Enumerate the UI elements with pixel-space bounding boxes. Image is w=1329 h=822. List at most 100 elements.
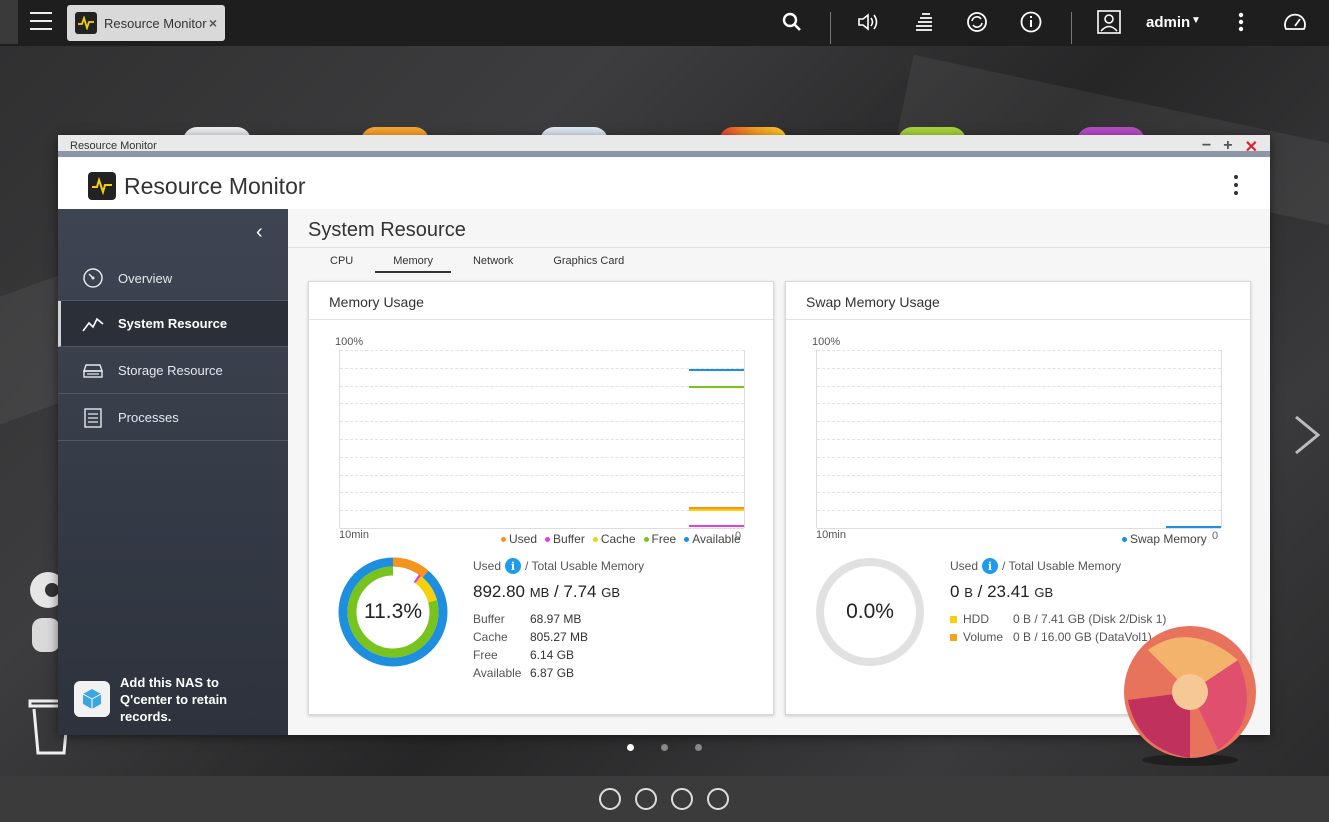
tab-bar: CPU Memory Network Graphics Card xyxy=(312,253,646,273)
detail-row-cache: Cache 805.27 MB xyxy=(473,630,589,644)
background-tasks-icon[interactable] xyxy=(912,10,936,34)
total-label: / Total Usable Memory xyxy=(525,559,645,573)
taskbar-tab-close-icon[interactable]: × xyxy=(209,15,217,31)
gridline xyxy=(340,510,744,512)
swap-used-total: 0 B / 23.41 GB xyxy=(950,582,1054,601)
gridline xyxy=(817,403,1221,405)
info-icon[interactable]: i xyxy=(505,558,522,574)
minimize-icon[interactable]: − xyxy=(1202,137,1211,157)
search-icon[interactable] xyxy=(780,10,804,34)
more-options-icon[interactable] xyxy=(1229,10,1253,34)
gridline xyxy=(817,367,1221,369)
total-value: 7.74 xyxy=(563,582,597,601)
page-dot[interactable] xyxy=(695,744,702,751)
gauge-icon xyxy=(82,267,104,289)
used-label: Used xyxy=(473,559,502,573)
gridline xyxy=(340,439,744,440)
used-value: 892.80 xyxy=(473,582,525,601)
tab-graphics-card[interactable]: Graphics Card xyxy=(535,253,642,273)
sidebar-item-system-resource[interactable]: System Resource xyxy=(58,301,288,347)
baseline xyxy=(340,528,744,529)
close-icon[interactable]: ✕ xyxy=(1245,137,1258,157)
top-bar-separator xyxy=(830,12,831,44)
maximize-icon[interactable]: + xyxy=(1223,137,1232,157)
legend-swatch xyxy=(501,536,506,542)
resource-monitor-logo-icon xyxy=(88,172,116,200)
tools-icon[interactable] xyxy=(635,788,657,810)
x-axis-label: 10min xyxy=(816,529,846,541)
tab-cpu[interactable]: CPU xyxy=(312,253,371,273)
page-title: System Resource xyxy=(308,219,466,241)
app-header: Resource Monitor xyxy=(58,163,1270,209)
app-name: Resource Monitor xyxy=(124,172,306,199)
info-icon[interactable]: i xyxy=(982,558,999,574)
gridline xyxy=(340,350,744,351)
info-icon[interactable] xyxy=(1019,10,1043,34)
main-menu-icon[interactable] xyxy=(30,12,52,30)
tab-network[interactable]: Network xyxy=(455,253,531,273)
window-titlebar[interactable]: Resource Monitor − + ✕ xyxy=(58,135,1270,157)
resource-monitor-window: Resource Monitor − + ✕ Resource Monitor … xyxy=(58,135,1270,735)
window-title: Resource Monitor xyxy=(70,140,157,152)
legend-item-free[interactable]: Free xyxy=(643,532,677,546)
watermark-logo-icon xyxy=(1118,620,1263,770)
swap-chart-plot xyxy=(816,350,1222,529)
user-name[interactable]: admin xyxy=(1146,14,1190,31)
legend-item-used[interactable]: Used xyxy=(501,532,537,546)
gridline xyxy=(817,385,1221,387)
y-axis-zero-label: 0 xyxy=(735,530,742,542)
gridline xyxy=(340,421,744,423)
desktop-page-indicator xyxy=(627,744,702,751)
legend-item-buffer[interactable]: Buffer xyxy=(545,532,585,546)
gridline xyxy=(340,492,744,494)
user-menu-chevron-down-icon[interactable]: ▼ xyxy=(1191,15,1201,26)
app-more-options-icon[interactable] xyxy=(1234,175,1238,199)
legend-item[interactable]: Swap Memory xyxy=(1122,532,1207,546)
used-unit: B xyxy=(964,585,973,600)
memory-usage-card: Memory Usage 100% 10min Used Buffer Cache F… xyxy=(308,281,774,715)
memory-donut-percent: 11.3% xyxy=(364,600,422,623)
legend-swatch xyxy=(592,536,598,542)
volume-icon[interactable] xyxy=(857,10,881,34)
series-line-free xyxy=(689,385,744,388)
total-unit: GB xyxy=(1034,585,1054,600)
detail-row-buffer: Buffer 68.97 MB xyxy=(473,612,582,626)
list-icon xyxy=(82,407,104,429)
legend-swatch xyxy=(684,536,690,542)
qcenter-promo[interactable]: Add this NAS to Q'center to retain recor… xyxy=(74,675,274,724)
page-dot[interactable] xyxy=(627,744,634,751)
sidebar-item-storage-resource[interactable]: Storage Resource xyxy=(58,348,288,394)
legend-swatch xyxy=(643,536,649,542)
collapse-sidebar-chevron-left-icon[interactable]: ‹ xyxy=(256,221,263,244)
baseline xyxy=(817,528,1221,529)
legend-label: Used xyxy=(509,532,538,546)
legend-label: Free xyxy=(651,532,677,546)
page-dot[interactable] xyxy=(661,744,668,751)
next-page-arrow-icon[interactable] xyxy=(1292,415,1322,455)
sidebar-item-label: Processes xyxy=(118,410,179,425)
sync-icon[interactable] xyxy=(965,10,989,34)
memory-info: Used i / Total Usable Memory 892.80 MB /… xyxy=(473,558,644,680)
desktop-robot-icon xyxy=(28,568,66,658)
top-bar: Resource Monitor × admin ▼ xyxy=(0,0,1329,46)
y-axis-max-label: 100% xyxy=(812,336,841,348)
book-icon[interactable] xyxy=(671,788,693,810)
resource-monitor-icon xyxy=(75,12,97,34)
card-title: Swap Memory Usage xyxy=(786,282,1250,320)
user-avatar-icon[interactable] xyxy=(1097,10,1121,34)
gridline xyxy=(340,474,744,476)
gridline xyxy=(340,367,744,369)
taskbar-tab-resource-monitor[interactable]: Resource Monitor × xyxy=(67,5,225,41)
used-label: Used xyxy=(950,559,979,573)
memory-used-total: 892.80 MB / 7.74 GB xyxy=(473,582,621,601)
sidebar-item-processes[interactable]: Processes xyxy=(58,395,288,441)
sidebar-item-overview[interactable]: Overview xyxy=(58,255,288,301)
detail-row-available: Available 6.87 GB xyxy=(473,666,575,680)
tab-memory[interactable]: Memory xyxy=(375,253,451,273)
cloud-icon[interactable] xyxy=(599,788,621,810)
sidebar-item-label: System Resource xyxy=(118,316,228,331)
legend-item-available[interactable]: Available xyxy=(684,532,741,546)
dashboard-gauge-icon[interactable] xyxy=(1283,10,1307,34)
legend-item-cache[interactable]: Cache xyxy=(592,532,636,546)
notes-icon[interactable] xyxy=(707,788,729,810)
